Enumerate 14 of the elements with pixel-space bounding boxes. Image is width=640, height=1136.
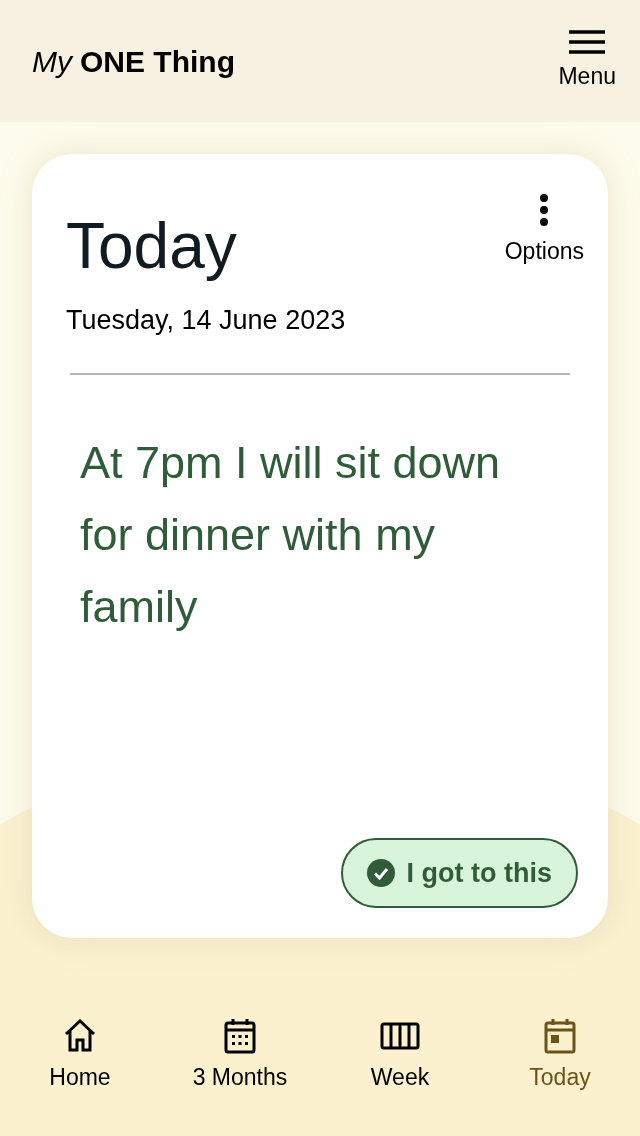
menu-icon (568, 28, 607, 55)
nav-tab[interactable]: Week (320, 1016, 480, 1095)
nav-tab[interactable]: Home (0, 1016, 160, 1095)
date-text: Tuesday, 14 June 2023 (66, 304, 346, 337)
commitment-text: At 7pm I will sit down for dinner with my family (79, 435, 502, 634)
logo-name: ONE Thing (80, 43, 235, 80)
nav-tab[interactable]: 3 Months (160, 1016, 320, 1095)
more-icon (539, 194, 550, 226)
menu-button[interactable]: Menu (558, 28, 616, 94)
logo-prefix: My (32, 43, 72, 80)
done-button[interactable]: I got to this (340, 838, 578, 908)
nav-tab[interactable]: Today (480, 1016, 640, 1095)
check-circle-icon (366, 859, 395, 887)
options-button[interactable]: Options (504, 194, 584, 269)
